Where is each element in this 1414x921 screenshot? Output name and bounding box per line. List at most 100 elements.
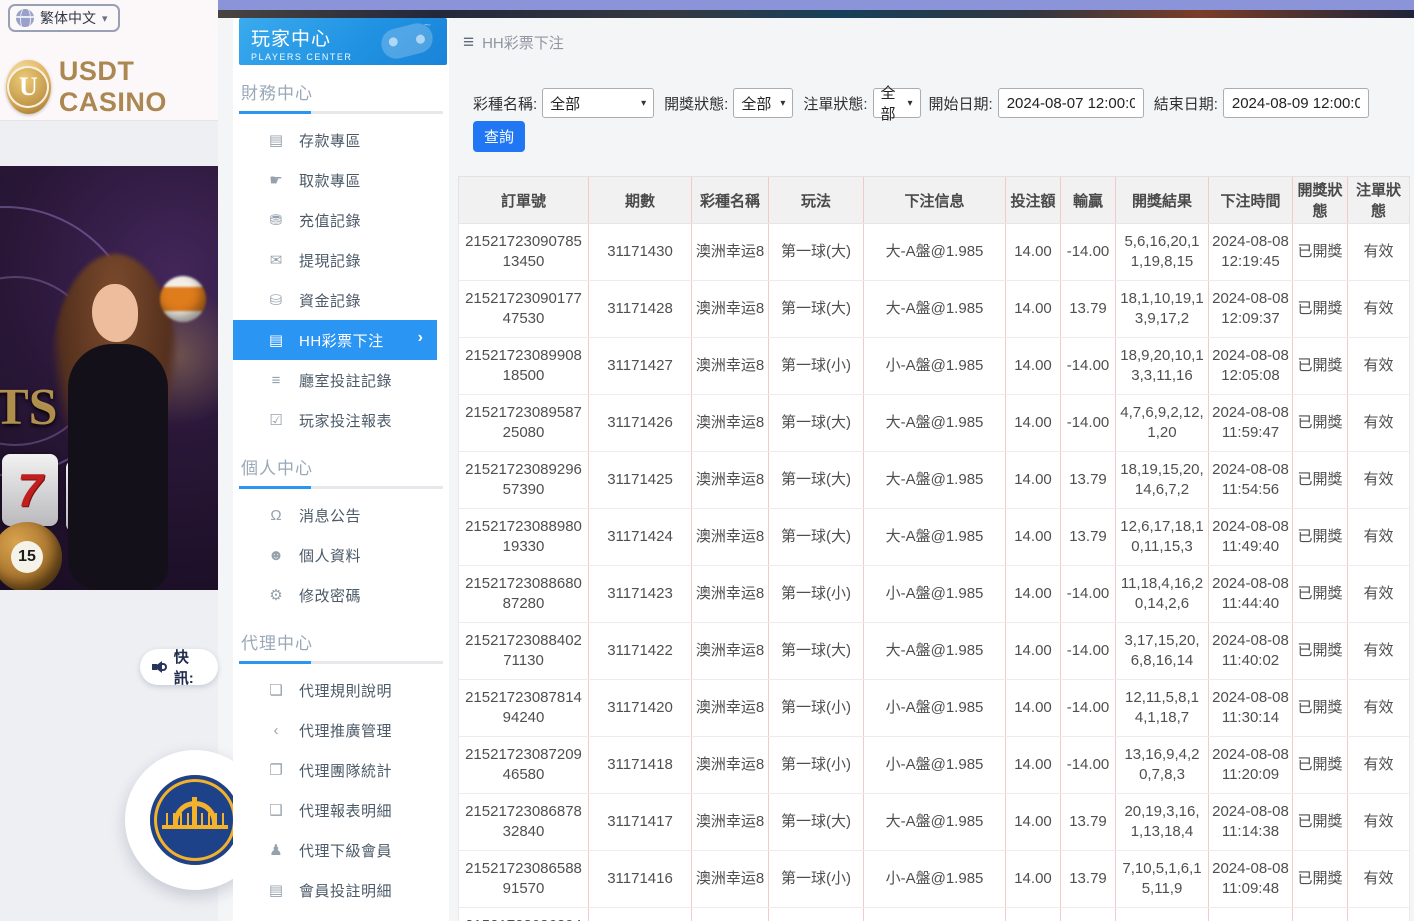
sidebar-item-label: 提現記錄 [299, 250, 361, 271]
query-button[interactable]: 查詢 [473, 121, 525, 152]
background-photo-strip [218, 10, 1414, 18]
sidebar-item-funds-record[interactable]: ⛁資金記錄 [233, 280, 449, 320]
cell-play: 第一球(大) [769, 224, 864, 281]
cell-order_status: 有效 [1348, 395, 1410, 452]
recharge-record-icon: ⛃ [266, 211, 286, 229]
sidebar-item-label: 代理推廣管理 [299, 720, 392, 741]
cell-bet_time: 2024-08-08 [1209, 908, 1293, 921]
agent-promotion-share-icon: ‹ [266, 722, 286, 739]
cell-bet_time: 2024-08-08 11:09:48 [1209, 851, 1293, 908]
cell-win_loss: 13.79 [1061, 452, 1116, 509]
sidebar-item-label: 消息公告 [299, 505, 361, 526]
sidebar-item-member-bet-detail[interactable]: ▤會員投註明細 [233, 870, 449, 910]
section-underline [239, 661, 443, 664]
col-header-period: 期數 [589, 177, 692, 224]
cell-order_no: 2152172308840271130 [459, 623, 589, 680]
lottery-select[interactable]: 全部▾ [542, 88, 654, 118]
cell-period: 31171427 [589, 338, 692, 395]
sidebar-item-deposit[interactable]: ▤存款專區 [233, 120, 449, 160]
change-password-gear-icon: ⚙ [266, 586, 286, 604]
table-row: 215217230865889157031171416澳洲幸运8第一球(小)小-… [459, 851, 1410, 908]
sidebar-item-withdrawal-record[interactable]: ✉提現記錄 [233, 240, 449, 280]
cell-period: 31171423 [589, 566, 692, 623]
announcement-bell-icon: Ω [266, 507, 286, 524]
chevron-down-icon: ▾ [102, 12, 108, 25]
cell-draw_status: 已開獎 [1293, 737, 1348, 794]
news-ticker: 快訊: [140, 649, 218, 685]
sidebar-item-label: 資金記錄 [299, 290, 361, 311]
cell-result: 5,6,16,20,11,19,8,15 [1116, 224, 1209, 281]
cell-amount: 14.00 [1006, 737, 1061, 794]
cell-result: 4,7,6,9,2,12,1,20 [1116, 395, 1209, 452]
chevron-down-icon: ▾ [633, 98, 646, 109]
sidebar-item-agent-rules[interactable]: ❏代理規則說明 [233, 670, 449, 710]
cell-result: 12,6,17,18,10,11,15,3 [1116, 509, 1209, 566]
end-date-input[interactable] [1223, 88, 1369, 118]
menu-toggle-icon[interactable]: ≡ [463, 33, 474, 52]
cell-period: 31171416 [589, 851, 692, 908]
cell-draw_status: 已開獎 [1293, 566, 1348, 623]
sidebar-item-recharge-record[interactable]: ⛃充值記錄 [233, 200, 449, 240]
cell-order_status: 有效 [1348, 509, 1410, 566]
cell-draw_status: 已開獎 [1293, 395, 1348, 452]
agent-sub-members-icon: ♟ [266, 841, 286, 859]
cell-order_no: 2152172308658891570 [459, 851, 589, 908]
sidebar-item-profile[interactable]: ☻個人資料 [233, 535, 449, 575]
cell-play: 第一球(大) [769, 452, 864, 509]
col-header-amount: 投注額 [1006, 177, 1061, 224]
end-date-label: 結束日期: [1154, 93, 1218, 114]
agent-rules-icon: ❏ [266, 681, 286, 699]
filter-bar: 彩種名稱: 全部▾ 開獎狀態: 全部▾ 注單狀態: 全部▾ 開始日期: 結束日期… [473, 88, 1414, 118]
draw-status-select[interactable]: 全部▾ [733, 88, 793, 118]
sidebar-item-change-password-gear[interactable]: ⚙修改密碼 [233, 575, 449, 615]
squiggle-decor: ~ [424, 18, 431, 32]
cell-order_status: 有效 [1348, 281, 1410, 338]
cell-amount: 14.00 [1006, 623, 1061, 680]
cell-result: 7,10,5,1,6,15,11,9 [1116, 851, 1209, 908]
sidebar-item-agent-team-stats[interactable]: ❐代理團隊統計 [233, 750, 449, 790]
brand-area: 繁体中文 ▾ U USDT CASINO [0, 0, 218, 121]
sidebar-item-agent-sub-members[interactable]: ♟代理下級會員 [233, 830, 449, 870]
cell-lottery: 澳洲幸运8 [692, 908, 769, 921]
order-status-select[interactable]: 全部▾ [873, 88, 921, 118]
cell-order_status: 有效 [1348, 566, 1410, 623]
sidebar-item-withdraw[interactable]: ☛取款專區 [233, 160, 449, 200]
cell-amount: 14.00 [1006, 851, 1061, 908]
col-header-draw_status: 開獎狀態 [1293, 177, 1348, 224]
sidebar-item-label: 玩家投注報表 [299, 410, 392, 431]
sidebar-item-player-bet-report[interactable]: ☑玩家投注報表 [233, 400, 449, 440]
cell-order_no: 215217230862941 [459, 908, 589, 921]
cell-bet_info: 大-A盤@1.985 [864, 509, 1006, 566]
sidebar-item-announcement-bell[interactable]: Ω 消息公告 [233, 495, 449, 535]
cell-order_status: 有效 [1348, 680, 1410, 737]
cell-lottery: 澳洲幸运8 [692, 851, 769, 908]
sidebar-item-agent-report-detail[interactable]: ❑代理報表明細 [233, 790, 449, 830]
cell-win_loss: -14.00 [1061, 737, 1116, 794]
main-content: ≡ HH彩票下注 彩種名稱: 全部▾ 開獎狀態: 全部▾ 注單狀態: 全部▾ 開… [449, 18, 1414, 921]
cell-draw_status: 已開獎 [1293, 680, 1348, 737]
sidebar-item-agent-promotion-share[interactable]: ‹ 代理推廣管理 [233, 710, 449, 750]
agent-report-detail-icon: ❑ [266, 801, 286, 819]
cell-win_loss: -14.00 [1061, 908, 1116, 921]
agent-team-stats-icon: ❐ [266, 761, 286, 779]
sidebar-item-room-bet-record[interactable]: ≡廳室投註記錄 [233, 360, 449, 400]
speaker-icon [152, 661, 167, 674]
cell-bet_info: 大-A盤@1.985 [864, 395, 1006, 452]
cell-play: 第一球(小) [769, 737, 864, 794]
gold-letters: TS [0, 378, 58, 437]
cell-order_status: 有效 [1348, 737, 1410, 794]
slot-reel: 7 [2, 454, 58, 526]
cell-order_status: 有效 [1348, 851, 1410, 908]
start-date-input[interactable] [998, 88, 1144, 118]
cell-bet_time: 2024-08-08 11:54:56 [1209, 452, 1293, 509]
sidebar-sections: 財務中心▤存款專區☛取款專區⛃充值記錄✉提現記錄⛁資金記錄▤HH彩票下注›≡廳室… [233, 79, 449, 921]
table-row: 215217230892965739031171425澳洲幸运8第一球(大)大-… [459, 452, 1410, 509]
cell-lottery: 澳洲幸运8 [692, 623, 769, 680]
sidebar-item-hh-lottery-bet[interactable]: ▤HH彩票下注› [233, 320, 437, 360]
sidebar-item-member-trade-detail[interactable]: ❐會員交易明細 [233, 910, 449, 921]
sidebar-item-label: 取款專區 [299, 170, 361, 191]
sidebar: 玩家中心 PLAYERS CENTER ~ 財務中心▤存款專區☛取款專區⛃充值記… [233, 18, 449, 921]
language-selector[interactable]: 繁体中文 ▾ [8, 4, 120, 32]
lottery-filter-label: 彩種名稱: [473, 93, 537, 114]
cell-play: 第一球(小) [769, 851, 864, 908]
